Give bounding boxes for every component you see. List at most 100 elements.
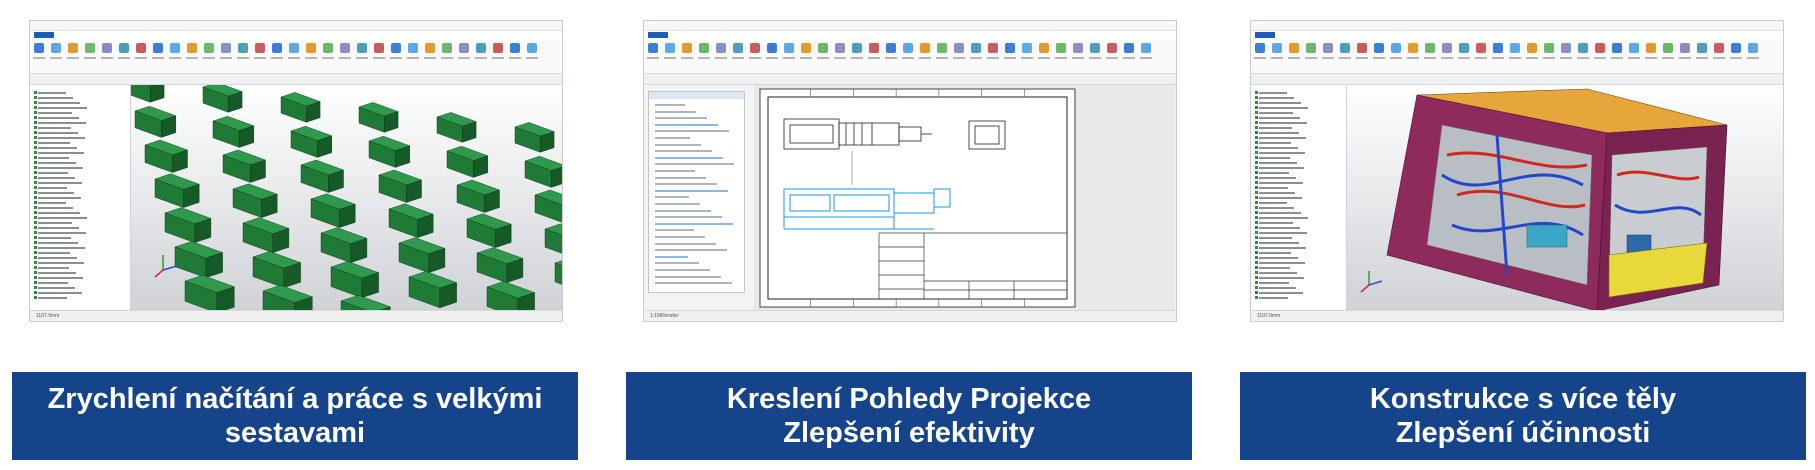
ribbon-tool-icon[interactable] [1561,43,1571,53]
tree-node[interactable] [38,112,72,114]
tree-node[interactable] [38,107,87,109]
tree-node[interactable] [1259,257,1298,259]
ribbon-tool-icon[interactable] [988,43,998,53]
ribbon-tool-icon[interactable] [1323,43,1333,53]
dialog-row[interactable] [655,269,710,271]
dialog-row[interactable] [655,156,723,159]
ribbon-tool-icon[interactable] [801,43,811,53]
tree-node[interactable] [38,237,71,239]
ribbon-tool-icon[interactable] [425,43,435,53]
tree-node[interactable] [38,232,86,234]
dialog-row[interactable] [655,104,685,106]
tree-node[interactable] [1259,227,1300,229]
ribbon-tool-icon[interactable] [476,43,486,53]
ribbon-tool-icon[interactable] [357,43,367,53]
tree-node[interactable] [38,202,66,204]
ribbon-tool-icon[interactable] [1425,43,1435,53]
ribbon-tool-icon[interactable] [68,43,78,53]
tree-node[interactable] [38,102,80,104]
tree-node[interactable] [1259,132,1299,134]
tree-node[interactable] [1259,212,1301,214]
dialog-row[interactable] [655,137,690,139]
ribbon-tool-icon[interactable] [1493,43,1503,53]
tree-node[interactable] [1259,267,1290,269]
tree-node[interactable] [38,177,75,179]
tree-node[interactable] [38,242,78,244]
tree-node[interactable] [38,142,70,144]
tree-node[interactable] [1259,282,1289,284]
ribbon-tool-icon[interactable] [784,43,794,53]
dialog-row[interactable] [655,196,689,199]
ribbon-tool-icon[interactable] [1056,43,1066,53]
tree-node[interactable] [38,122,86,124]
dialog-row[interactable] [655,216,722,219]
ribbon-tool-icon[interactable] [323,43,333,53]
ribbon-tool-icon[interactable] [1408,43,1418,53]
ribbon-tool-icon[interactable] [1544,43,1554,53]
3d-viewport[interactable] [124,72,562,321]
tree-node[interactable] [1259,202,1287,204]
ribbon-tool-icon[interactable] [971,43,981,53]
tree-node[interactable] [1259,287,1296,289]
tree-node[interactable] [1259,182,1303,184]
ribbon-tool-icon[interactable] [1340,43,1350,53]
ribbon-tool-icon[interactable] [920,43,930,53]
ribbon-tool-icon[interactable] [869,43,879,53]
ribbon-tool-icon[interactable] [1357,43,1367,53]
tree-node[interactable] [1259,187,1288,189]
ribbon-tool-icon[interactable] [733,43,743,53]
tree-node[interactable] [1259,242,1299,244]
tree-node[interactable] [38,147,77,149]
ribbon-tool-icon[interactable] [767,43,777,53]
ribbon-tool-icon[interactable] [903,43,913,53]
ribbon-tool-icon[interactable] [1714,43,1724,53]
tree-node[interactable] [1259,102,1301,104]
ribbon-tool-icon[interactable] [1680,43,1690,53]
ribbon-tool-icon[interactable] [1107,43,1117,53]
tree-node[interactable] [1259,97,1294,99]
tree-node[interactable] [38,187,67,189]
ribbon-tool-icon[interactable] [1289,43,1299,53]
tree-node[interactable] [38,292,82,294]
dialog-row[interactable] [655,176,706,179]
tree-node[interactable] [38,287,75,289]
ribbon-tool-icon[interactable] [852,43,862,53]
tree-node[interactable] [1259,162,1297,164]
tree-node[interactable] [1259,107,1308,109]
tree-node[interactable] [38,197,81,199]
tree-node[interactable] [38,92,66,94]
dialog-row[interactable] [655,203,700,205]
tree-node[interactable] [1259,152,1305,154]
ribbon-tool-icon[interactable] [442,43,452,53]
ribbon-tool-icon[interactable] [136,43,146,53]
ribbon-tool-icon[interactable] [306,43,316,53]
ribbon-tool-icon[interactable] [1005,43,1015,53]
drawing-sheet-area[interactable] [754,85,1176,311]
ribbon-tool-icon[interactable] [289,43,299,53]
history-tree[interactable] [1251,85,1347,311]
ribbon-tool-icon[interactable] [1039,43,1049,53]
ribbon-tool-icon[interactable] [835,43,845,53]
ribbon-tool-icon[interactable] [255,43,265,53]
ribbon-tool-icon[interactable] [1646,43,1656,53]
dialog-row[interactable] [655,150,712,153]
ribbon-tool-icon[interactable] [119,43,129,53]
dialog-row[interactable] [655,170,695,172]
tree-node[interactable] [38,272,76,274]
dialog-row[interactable] [655,229,694,232]
dialog-row[interactable] [655,143,701,146]
ribbon-tool-icon[interactable] [221,43,231,53]
ribbon-tool-icon[interactable] [1697,43,1707,53]
ribbon-tool-icon[interactable] [1141,43,1151,53]
ribbon-tool-icon[interactable] [204,43,214,53]
tree-node[interactable] [1259,272,1297,274]
dialog-row[interactable] [655,249,727,252]
tree-node[interactable] [1259,292,1303,294]
tree-node[interactable] [1259,142,1291,144]
ribbon-tool-icon[interactable] [1612,43,1622,53]
tree-node[interactable] [1259,92,1287,94]
tree-node[interactable] [1259,247,1306,249]
tree-node[interactable] [1259,277,1304,279]
ribbon-tool-icon[interactable] [1629,43,1639,53]
ribbon-tool-icon[interactable] [1527,43,1537,53]
